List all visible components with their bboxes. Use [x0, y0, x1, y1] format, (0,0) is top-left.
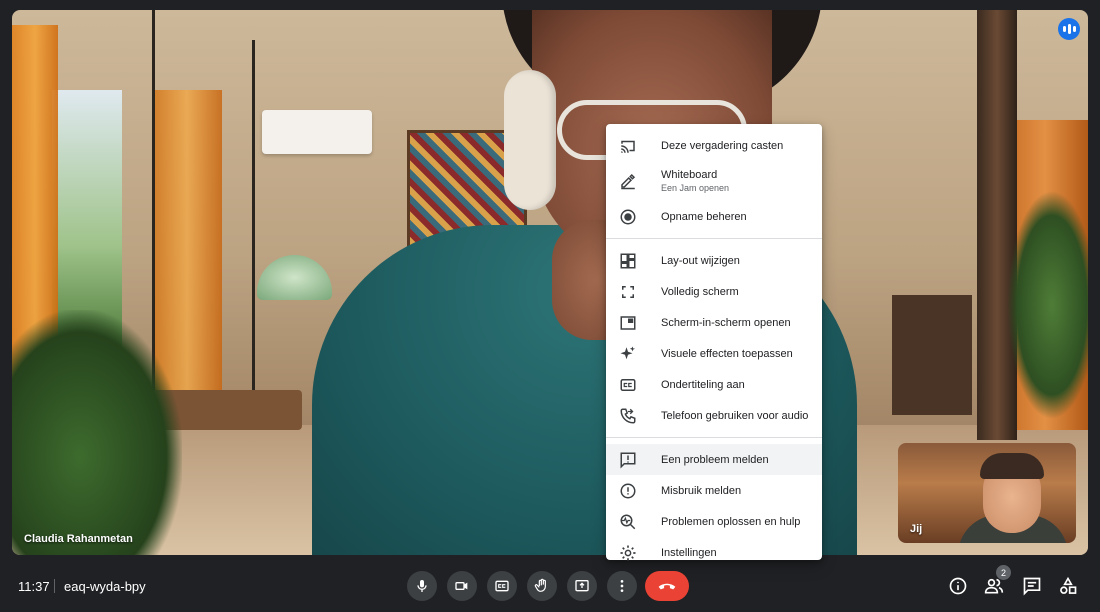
feedback-icon — [619, 451, 637, 469]
menu-item-phone-audio[interactable]: Telefoon gebruiken voor audio — [606, 400, 822, 431]
speaking-indicator-icon — [1058, 18, 1080, 40]
menu-item-report-problem[interactable]: Een probleem melden — [606, 444, 822, 475]
activities-button[interactable] — [1056, 574, 1080, 598]
menu-divider — [606, 238, 822, 239]
participant-count-badge: 2 — [996, 565, 1011, 580]
captions-icon — [619, 376, 637, 394]
hand-icon — [534, 578, 550, 594]
meeting-time: 11:37 — [18, 579, 50, 594]
captions-icon — [494, 578, 510, 594]
menu-item-cast[interactable]: Deze vergadering casten — [606, 130, 822, 161]
menu-divider — [606, 437, 822, 438]
report-icon — [619, 482, 637, 500]
raise-hand-button[interactable] — [527, 571, 557, 601]
fullscreen-icon — [619, 283, 637, 301]
camera-button[interactable] — [447, 571, 477, 601]
present-icon — [574, 578, 590, 594]
cast-icon — [619, 137, 637, 155]
self-view-label: Jij — [910, 523, 923, 535]
menu-item-captions[interactable]: Ondertiteling aan — [606, 369, 822, 400]
menu-item-fullscreen[interactable]: Volledig scherm — [606, 276, 822, 307]
troubleshoot-icon — [619, 513, 637, 531]
sparkle-icon — [619, 345, 637, 363]
chat-icon — [1022, 576, 1042, 596]
meeting-details-button[interactable] — [946, 574, 970, 598]
settings-icon — [619, 544, 637, 562]
chat-button[interactable] — [1020, 574, 1044, 598]
menu-item-picture-in-picture[interactable]: Scherm-in-scherm openen — [606, 307, 822, 338]
captions-button[interactable] — [487, 571, 517, 601]
menu-item-report-abuse[interactable]: Misbruik melden — [606, 475, 822, 506]
info-icon — [948, 576, 968, 596]
camera-icon — [454, 578, 470, 594]
microphone-icon — [414, 578, 430, 594]
more-options-button[interactable] — [607, 571, 637, 601]
meet-window: Claudia Rahanmetan Jij Deze vergadering … — [0, 0, 1100, 612]
record-icon — [619, 208, 637, 226]
participant-name: Claudia Rahanmetan — [24, 533, 133, 545]
menu-item-troubleshoot[interactable]: Problemen oplossen en hulp — [606, 506, 822, 537]
divider — [54, 579, 55, 593]
shapes-icon — [1058, 576, 1078, 596]
phone-forward-icon — [619, 407, 637, 425]
menu-item-visual-effects[interactable]: Visuele effecten toepassen — [606, 338, 822, 369]
end-call-icon — [657, 579, 677, 593]
microphone-button[interactable] — [407, 571, 437, 601]
pen-icon — [619, 172, 637, 190]
self-view-tile[interactable]: Jij — [898, 443, 1076, 543]
menu-item-recording[interactable]: Opname beheren — [606, 201, 822, 232]
more-options-menu: Deze vergadering casten Whiteboard Een J… — [606, 124, 822, 560]
more-vert-icon — [614, 578, 630, 594]
leave-call-button[interactable] — [645, 571, 689, 601]
picture-in-picture-icon — [619, 314, 637, 332]
meeting-code: eaq-wyda-bpy — [64, 579, 146, 594]
layout-icon — [619, 252, 637, 270]
present-screen-button[interactable] — [567, 571, 597, 601]
menu-item-whiteboard[interactable]: Whiteboard Een Jam openen — [606, 161, 822, 201]
bottom-control-bar: 11:37 eaq-wyda-bpy — [0, 560, 1100, 612]
menu-item-layout[interactable]: Lay-out wijzigen — [606, 245, 822, 276]
